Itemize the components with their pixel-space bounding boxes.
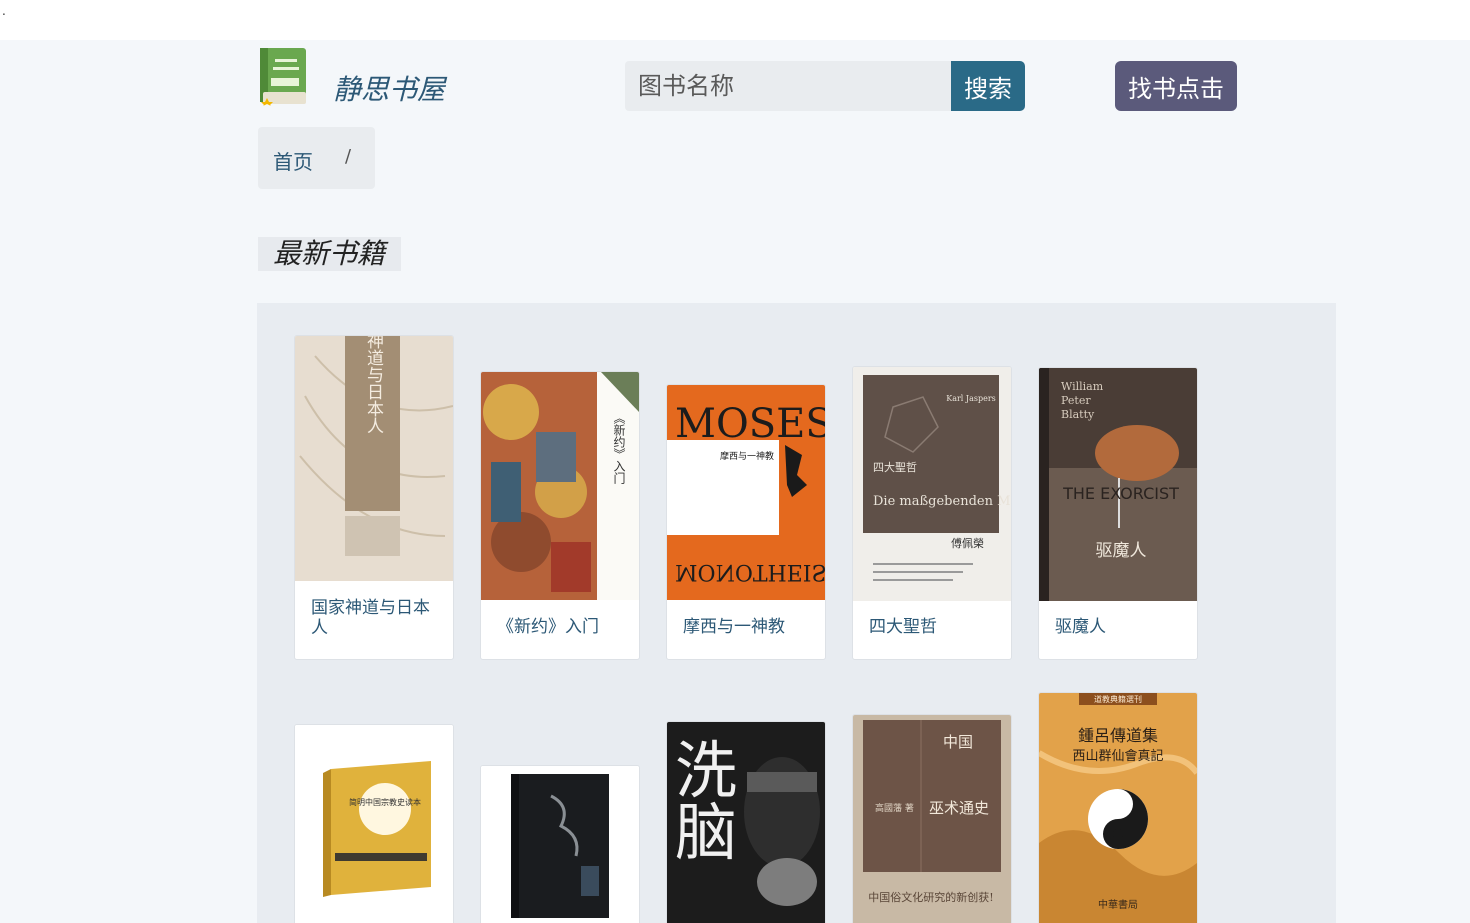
cover-line-1: 鍾呂傳道集 xyxy=(1078,726,1158,745)
cover-vertical-title: 国家神道与日本人 xyxy=(363,336,384,434)
cover-line-1: 中国 xyxy=(943,733,973,751)
book-cover-image[interactable]: 国家神道与日本人 xyxy=(295,336,453,581)
cover-publisher: 中華書局 xyxy=(1098,898,1138,911)
book-cover-image[interactable]: William Peter Blatty THE EXORCIST 驱魔人 xyxy=(1039,368,1197,601)
book-cover-image[interactable]: 中国 巫术通史 高國藩 著 中国俗文化研究的新创获! xyxy=(853,715,1011,923)
cover-author-2: Peter xyxy=(1061,394,1091,407)
book-card[interactable]: 简明中国宗教史读本 xyxy=(294,724,454,923)
book-card[interactable]: 道教典籍選刊 鍾呂傳道集 西山群仙會真記 中華書局 xyxy=(1038,692,1198,923)
book-title-link[interactable]: 驱魔人 xyxy=(1055,617,1183,637)
book-title-link[interactable]: 摩西与一神教 xyxy=(683,617,811,637)
book-cover-image[interactable]: Karl Jaspers 四大聖哲 Die maßgebenden Mensch… xyxy=(853,367,1011,601)
breadcrumb: 首页 / xyxy=(258,127,375,189)
cover-line-2: 西山群仙會真記 xyxy=(1072,748,1163,764)
cover-title-cn: 摩西与一神教 xyxy=(720,450,774,462)
book-cover-image[interactable] xyxy=(481,766,639,923)
cover-title: 简明中国宗教史读本 xyxy=(349,797,421,807)
book-card[interactable]: 中国 巫术通史 高國藩 著 中国俗文化研究的新创获! xyxy=(852,714,1012,923)
cover-title-en: THE EXORCIST xyxy=(1062,484,1179,503)
cover-mirrored-text: MONOTHEIS xyxy=(675,559,825,584)
book-title-link[interactable]: 《新约》入门 xyxy=(497,617,625,637)
corner-dot: . xyxy=(2,4,6,18)
book-logo-icon[interactable] xyxy=(259,48,307,106)
cover-big-char-2: 脑 xyxy=(675,796,737,869)
cover-author-1: William xyxy=(1061,380,1104,393)
book-card[interactable]: 国家神道与日本人 国家神道与日本人 xyxy=(294,335,454,660)
book-cover-image[interactable]: 洗 脑 xyxy=(667,722,825,923)
book-card[interactable]: 洗 脑 xyxy=(666,721,826,923)
book-card[interactable]: MOSES 摩西与一神教 MONOTHEIS 摩西与一神教 xyxy=(666,384,826,660)
section-title: 最新书籍 xyxy=(258,237,401,271)
book-card[interactable]: Karl Jaspers 四大聖哲 Die maßgebenden Mensch… xyxy=(852,366,1012,660)
cover-title-cn: 四大聖哲 xyxy=(873,460,917,474)
cover-title-cn: 驱魔人 xyxy=(1096,541,1147,561)
book-card[interactable]: 《新约》入门 《新约》入门 xyxy=(480,371,640,660)
site-title[interactable]: 静思书屋 xyxy=(333,68,445,108)
cover-series: 道教典籍選刊 xyxy=(1094,694,1142,704)
book-card[interactable] xyxy=(480,765,640,923)
book-card[interactable]: William Peter Blatty THE EXORCIST 驱魔人 驱魔… xyxy=(1038,367,1198,660)
book-cover-image[interactable]: 《新约》入门 xyxy=(481,372,639,600)
cover-vertical-title: 《新约》入门 xyxy=(612,412,626,484)
book-cover-image[interactable]: 简明中国宗教史读本 xyxy=(295,725,453,923)
cover-author-3: Blatty xyxy=(1061,408,1095,421)
cover-line-2: 巫术通史 xyxy=(929,799,989,817)
breadcrumb-separator: / xyxy=(345,146,352,167)
book-cover-image[interactable]: 道教典籍選刊 鍾呂傳道集 西山群仙會真記 中華書局 xyxy=(1039,693,1197,923)
find-book-button[interactable]: 找书点击 xyxy=(1115,61,1237,111)
book-cover-image[interactable]: MOSES 摩西与一神教 MONOTHEIS xyxy=(667,385,825,600)
book-title-link[interactable]: 国家神道与日本人 xyxy=(311,598,439,638)
search-button[interactable]: 搜索 xyxy=(951,61,1025,111)
search-input[interactable] xyxy=(625,61,952,111)
cover-translator: 傅佩榮 xyxy=(951,536,984,550)
cover-title-en: MOSES xyxy=(675,401,825,447)
cover-author: 高國藩 著 xyxy=(875,802,914,814)
cover-tagline: 中国俗文化研究的新创获! xyxy=(868,890,993,904)
cover-author: Karl Jaspers xyxy=(946,394,996,403)
book-title-link[interactable]: 四大聖哲 xyxy=(869,617,997,637)
cover-title-de: Die maßgebenden Menschen xyxy=(873,494,1011,509)
breadcrumb-home-link[interactable]: 首页 xyxy=(273,146,313,175)
